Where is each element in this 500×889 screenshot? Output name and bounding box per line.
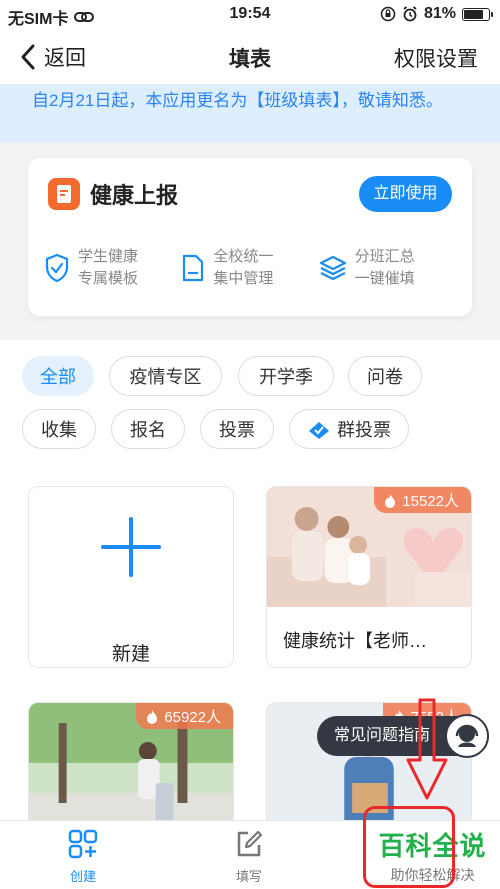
health-report-logo-icon: [48, 178, 80, 210]
tag-group-vote[interactable]: 群投票: [289, 409, 409, 449]
faq-guide-button[interactable]: 常见问题指南: [317, 714, 489, 758]
health-report-card[interactable]: 健康上报 立即使用 学生健康 专属模板 全校统一 集中管理 分班汇总 一键催填: [28, 158, 472, 316]
fire-icon: [147, 709, 158, 724]
category-tags: 全部 疫情专区 开学季 问卷 收集 报名 投票 群投票: [0, 340, 500, 470]
tag-vote[interactable]: 投票: [200, 409, 274, 449]
permission-settings-button[interactable]: 权限设置: [394, 43, 478, 73]
tag-collect[interactable]: 收集: [22, 409, 96, 449]
participant-count: 65922人: [164, 708, 221, 726]
feature-item: 学生健康 专属模板: [44, 246, 181, 290]
tag-signup[interactable]: 报名: [111, 409, 185, 449]
school-template-card[interactable]: 65922人: [28, 702, 234, 820]
feature-text: 分班汇总 一键催填: [355, 246, 415, 290]
use-now-button[interactable]: 立即使用: [359, 176, 452, 212]
health-stat-template-card[interactable]: 15522人 健康统计【老师…: [266, 486, 472, 668]
new-template-card[interactable]: 新建: [28, 486, 234, 668]
participant-count-badge: 65922人: [136, 703, 233, 729]
tag-school-start[interactable]: 开学季: [238, 356, 334, 396]
feature-line: 一键催填: [354, 270, 415, 287]
health-card-header: 健康上报: [48, 178, 178, 210]
rename-notice: 自2月21日起，本应用更名为【班级填表】，敬请知悉。: [0, 84, 500, 142]
feature-line: 分班汇总: [354, 248, 415, 265]
alarm-icon: [403, 6, 417, 22]
feature-text: 全校统一 集中管理: [213, 246, 273, 290]
layers-icon: [319, 255, 346, 281]
tab-create-label: 创建: [69, 869, 96, 884]
feature-item: 分班汇总 一键催填: [319, 246, 456, 290]
feature-line: 集中管理: [213, 270, 274, 287]
feature-line: 专属模板: [78, 270, 139, 287]
tag-survey[interactable]: 问卷: [348, 356, 422, 396]
status-bar: 无SIM卡 19:54 81%: [0, 0, 500, 30]
annotation-arrow: [406, 698, 448, 800]
customer-service-icon: [445, 714, 489, 758]
ballot-box-icon: [309, 422, 329, 439]
new-label: 新建: [111, 644, 150, 665]
template-title: 健康统计【老师…: [283, 631, 427, 651]
feature-text: 学生健康 专属模板: [78, 246, 138, 290]
battery-percent: 81%: [423, 5, 456, 22]
status-right: 81%: [380, 5, 493, 23]
annotation-highlight-box: [363, 806, 455, 888]
feature-item: 全校统一 集中管理: [181, 246, 318, 290]
participant-count: 15522人: [402, 492, 459, 510]
tag-group-vote-label: 群投票: [337, 420, 391, 440]
feature-list: 学生健康 专属模板 全校统一 集中管理 分班汇总 一键催填: [44, 246, 456, 290]
rotation-lock-icon: [380, 6, 396, 22]
shield-check-icon: [45, 253, 69, 283]
battery-icon: [462, 7, 493, 21]
participant-count-badge: 15522人: [374, 487, 471, 513]
battery-fill: [464, 9, 484, 19]
fire-icon: [385, 493, 396, 508]
plus-icon: [101, 517, 161, 577]
nav-bar: 返回 填表 权限设置: [0, 30, 500, 84]
tag-epidemic[interactable]: 疫情专区: [109, 356, 222, 396]
feature-line: 学生健康: [78, 248, 139, 265]
tag-all[interactable]: 全部: [22, 356, 94, 396]
tab-fill[interactable]: 填写: [199, 829, 299, 885]
edit-icon: [237, 830, 263, 857]
tab-create[interactable]: 创建: [33, 829, 133, 885]
grid-plus-icon: [68, 829, 98, 859]
feature-line: 全校统一: [213, 248, 274, 265]
health-card-title: 健康上报: [90, 183, 179, 208]
document-icon: [183, 254, 204, 282]
tab-fill-label: 填写: [235, 869, 262, 884]
